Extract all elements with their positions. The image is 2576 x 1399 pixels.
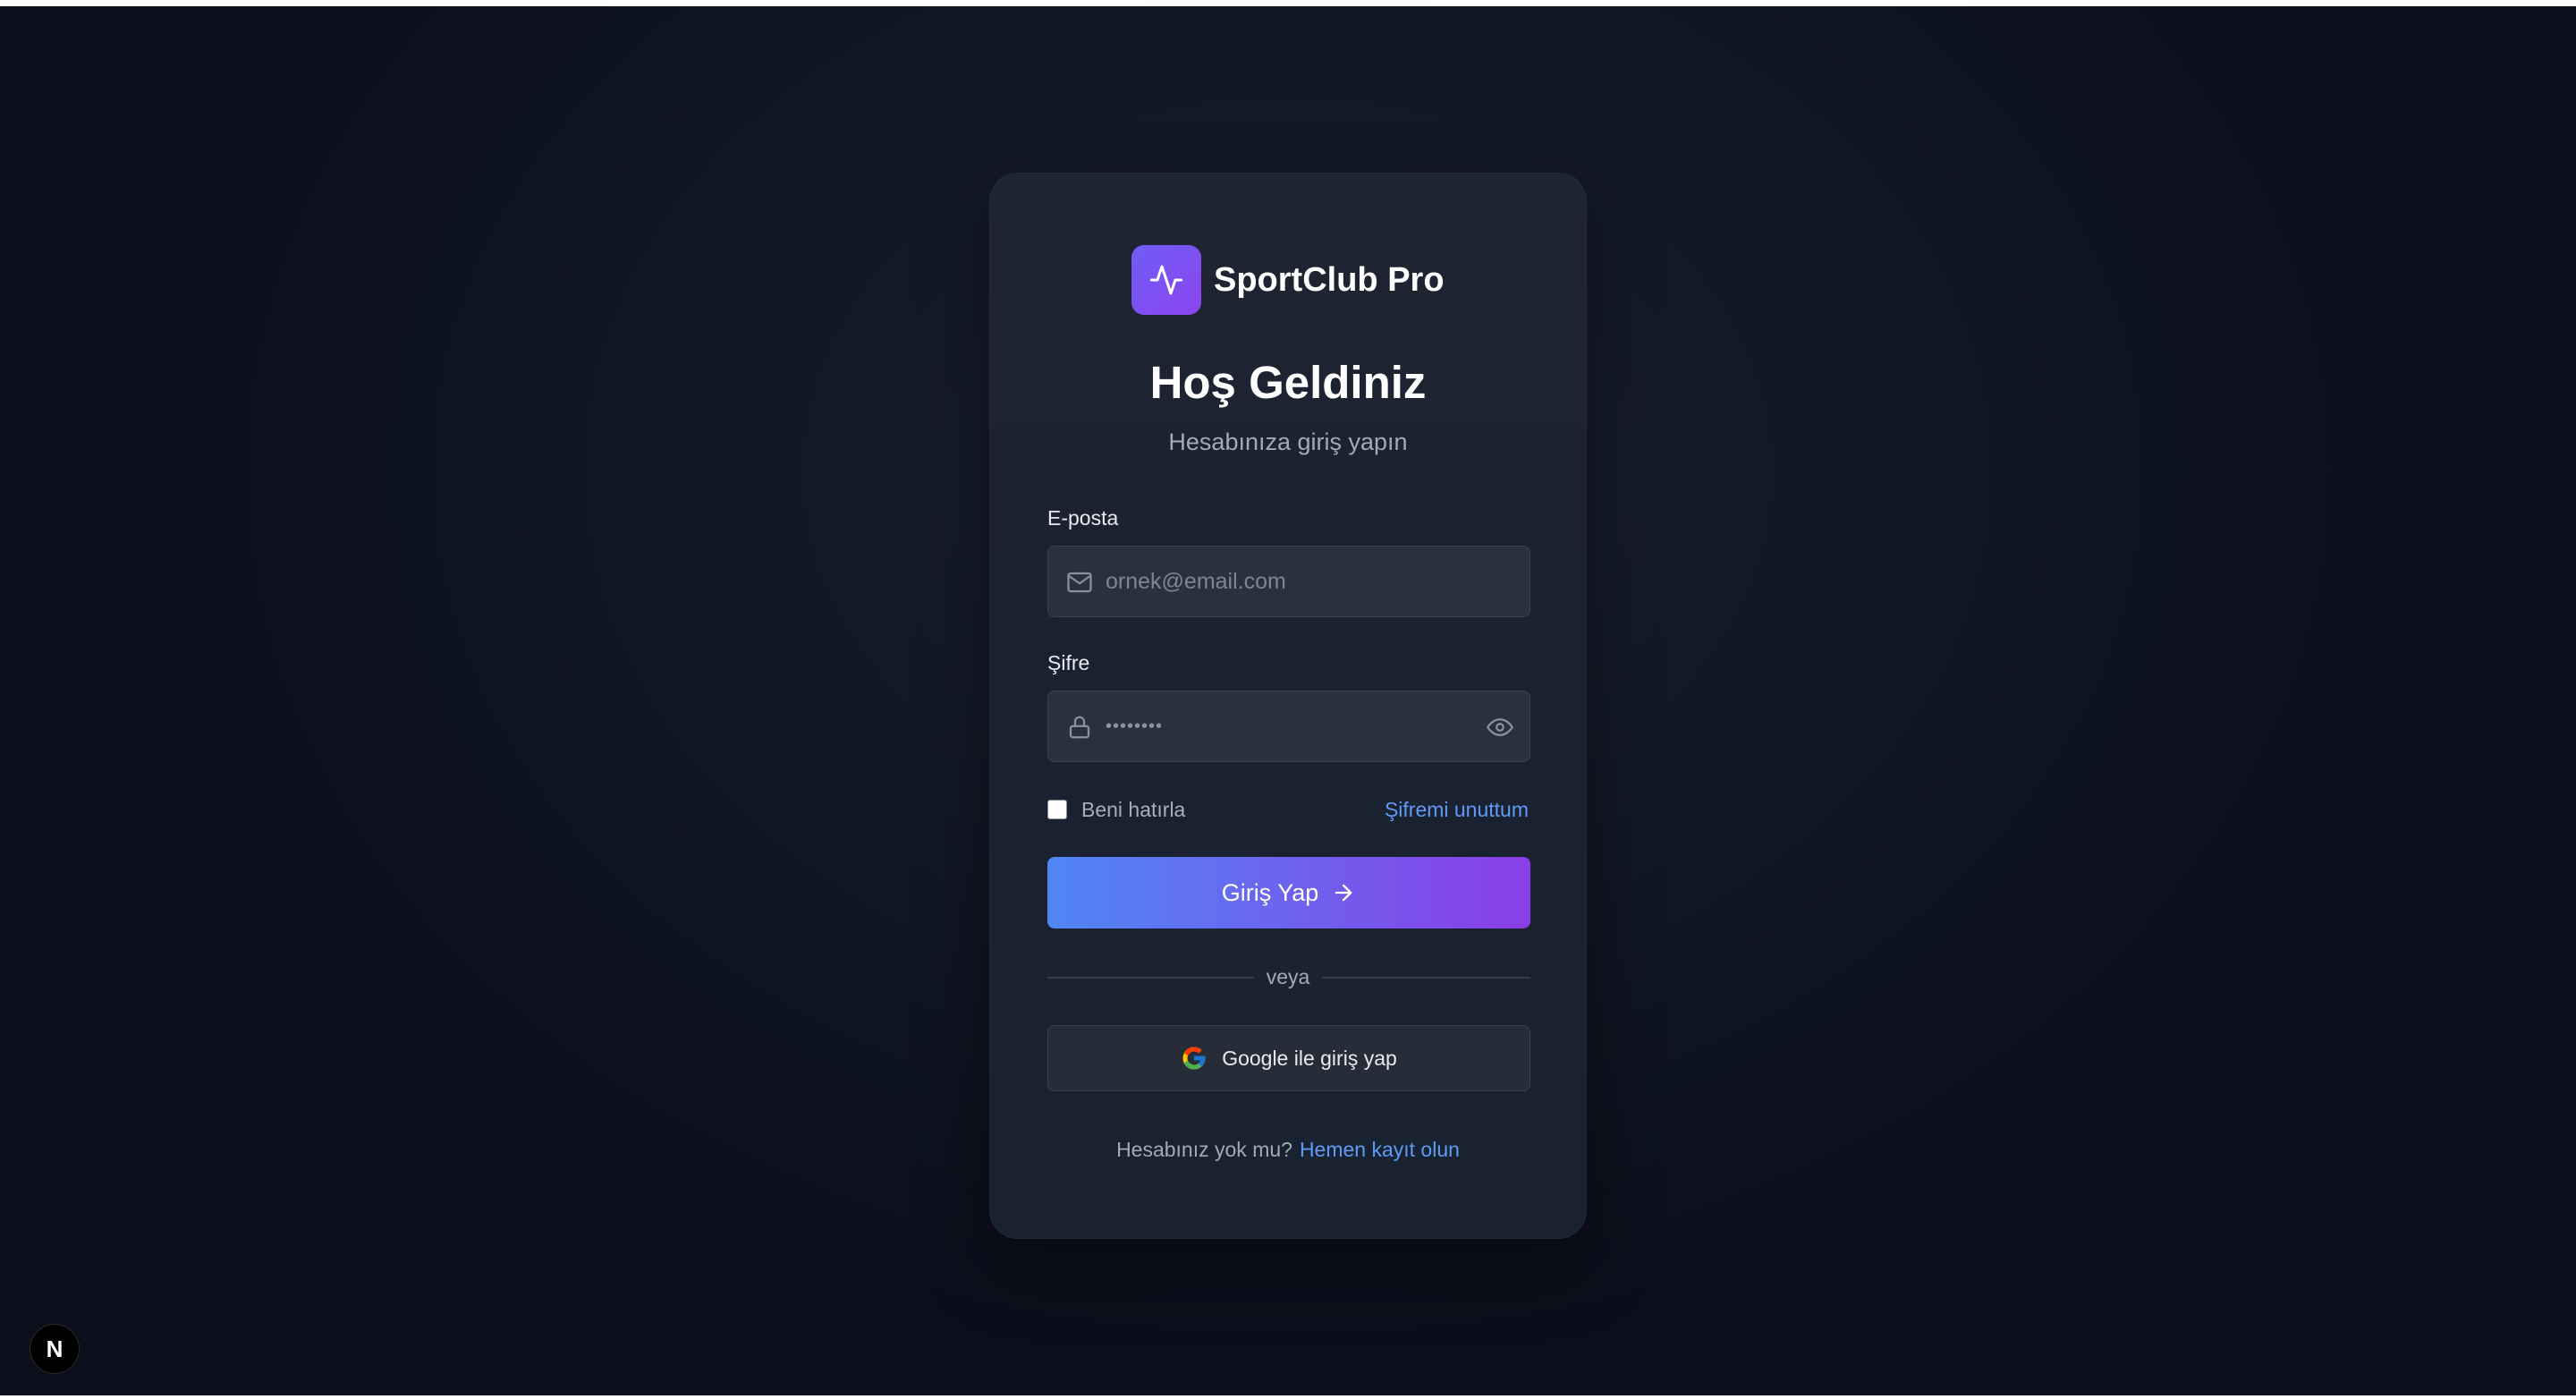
lock-icon — [1069, 716, 1090, 739]
divider: veya — [990, 961, 1586, 993]
brand: SportClub Pro — [1131, 245, 1445, 315]
signup-link[interactable]: Hemen kayıt olun — [1300, 1138, 1460, 1161]
remember-checkbox[interactable] — [1047, 800, 1067, 819]
google-login-button[interactable]: Google ile giriş yap — [1047, 1025, 1530, 1091]
mail-icon — [1067, 572, 1092, 593]
page-subtitle: Hesabınıza giriş yapın — [1168, 428, 1408, 455]
email-label: E-posta — [1047, 506, 1119, 530]
email-field[interactable]: ornek@email.com — [1047, 546, 1530, 617]
google-icon — [1182, 1047, 1206, 1070]
dev-tools-letter: N — [46, 1335, 64, 1362]
password-label: Şifre — [1047, 651, 1090, 674]
signup-row: Hesabınız yok mu? Hemen kayıt olun — [990, 1138, 1586, 1162]
password-field[interactable]: •••••••• — [1047, 691, 1530, 762]
dev-tools-badge[interactable]: N — [30, 1324, 80, 1374]
login-button-label: Giriş Yap — [1221, 878, 1319, 906]
divider-label: veya — [1253, 961, 1323, 993]
login-button[interactable]: Giriş Yap — [1047, 857, 1530, 928]
forgot-password-link[interactable]: Şifremi unuttum — [1385, 796, 1529, 823]
page-title: Hoş Geldiniz — [1149, 357, 1427, 408]
remember-label: Beni hatırla — [1081, 797, 1186, 821]
activity-icon — [1131, 245, 1201, 315]
email-placeholder: ornek@email.com — [1106, 569, 1286, 594]
google-login-label: Google ile giriş yap — [1222, 1046, 1397, 1070]
signup-prompt: Hesabınız yok mu? — [1116, 1138, 1292, 1161]
eye-icon[interactable] — [1487, 714, 1513, 741]
login-card: SportClub Pro Hoş Geldiniz Hesabınıza gi… — [989, 173, 1587, 1239]
page-background: SportClub Pro Hoş Geldiniz Hesabınıza gi… — [0, 6, 2576, 1395]
remember-me[interactable]: Beni hatırla — [1047, 796, 1185, 823]
password-placeholder: •••••••• — [1106, 716, 1164, 736]
arrow-right-icon — [1335, 884, 1352, 902]
brand-name: SportClub Pro — [1214, 260, 1445, 299]
